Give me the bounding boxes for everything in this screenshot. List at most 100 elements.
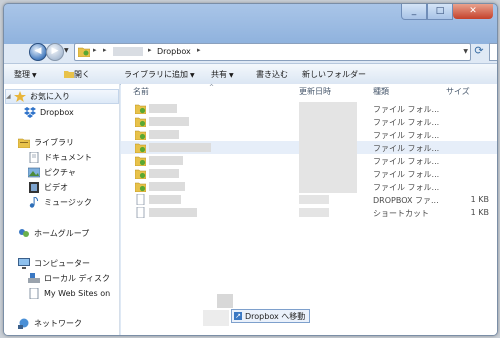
search-input[interactable] <box>489 43 497 61</box>
file-row[interactable]: ファイル フォル... <box>121 167 497 180</box>
dragged-item-ghost <box>203 310 229 326</box>
refresh-icon[interactable]: ⟳ <box>472 44 486 58</box>
folder-icon <box>78 47 90 57</box>
minimize-button[interactable]: _ <box>401 4 427 20</box>
folder-open-icon <box>64 71 74 78</box>
nav-web-sites[interactable]: My Web Sites on <box>28 287 110 299</box>
breadcrumb-dropbox[interactable]: Dropbox <box>157 47 191 56</box>
dropbox-folder-icon <box>135 104 146 114</box>
file-row[interactable]: DROPBOX ファ... 1 KB <box>121 193 497 206</box>
open-button[interactable]: 開く <box>64 69 90 80</box>
column-modified[interactable]: 更新日時 <box>299 86 331 97</box>
nav-local-disk-label: ローカル ディスク <box>44 273 110 283</box>
address-dropdown-icon[interactable]: ▼ <box>463 48 468 55</box>
modified-date-blurred <box>299 115 357 128</box>
nav-music[interactable]: ミュージック <box>28 196 92 208</box>
address-bar[interactable]: ▸ ▸ ▸ Dropbox ▸ ▼ <box>74 43 471 61</box>
breadcrumb-arrow-icon[interactable]: ▸ <box>93 46 97 54</box>
nav-computer[interactable]: コンピューター <box>18 257 90 269</box>
modified-date-blurred <box>299 102 357 115</box>
file-name-blurred <box>149 117 189 126</box>
breadcrumb-arrow-icon[interactable]: ▸ <box>197 46 201 54</box>
nav-computer-label: コンピューター <box>34 258 90 268</box>
breadcrumb-blurred <box>113 47 143 56</box>
navigation-row: ◀ ▶ ▼ ▸ ▸ ▸ Dropbox ▸ ▼ ⟳ <box>24 41 497 61</box>
nav-dropbox-label: Dropbox <box>40 107 74 117</box>
file-row[interactable]: ファイル フォル... <box>121 128 497 141</box>
nav-pictures-label: ピクチャ <box>44 167 76 177</box>
file-type: ファイル フォル... <box>373 157 440 166</box>
document-icon <box>29 151 39 163</box>
nav-local-disk[interactable]: ローカル ディスク <box>28 272 110 284</box>
file-row[interactable]: ファイル フォル... <box>121 141 497 154</box>
modified-date-blurred <box>299 154 357 167</box>
nav-documents[interactable]: ドキュメント <box>28 151 92 163</box>
modified-date-blurred <box>299 208 329 217</box>
column-size[interactable]: サイズ <box>446 86 470 97</box>
organize-menu[interactable]: 整理 ▼ <box>14 69 37 80</box>
star-icon <box>14 91 26 102</box>
nav-pictures[interactable]: ピクチャ <box>28 166 76 178</box>
file-name-blurred <box>149 104 177 113</box>
file-name-blurred <box>149 143 211 152</box>
navigation-pane: ◢ お気に入り Dropbox ライブラリ ドキュメント ピクチャ ビデオ ミュ… <box>4 84 120 335</box>
nav-homegroup-label: ホームグループ <box>34 228 90 238</box>
modified-date-blurred <box>299 195 329 204</box>
nav-music-label: ミュージック <box>44 197 92 207</box>
nav-documents-label: ドキュメント <box>44 152 92 162</box>
homegroup-icon <box>19 228 29 237</box>
nav-homegroup[interactable]: ホームグループ <box>18 227 89 239</box>
file-name-blurred <box>149 169 179 178</box>
add-to-library-menu[interactable]: ライブラリに追加 ▼ <box>124 69 195 80</box>
file-type: ファイル フォル... <box>373 118 440 127</box>
drag-tooltip-label: Dropbox へ移動 <box>245 311 306 321</box>
file-row[interactable]: ファイル フォル... <box>121 115 497 128</box>
file-name-blurred <box>149 195 181 204</box>
burn-button[interactable]: 書き込む <box>256 69 288 80</box>
file-row[interactable]: ファイル フォル... <box>121 102 497 115</box>
nav-dropbox[interactable]: Dropbox <box>24 106 74 118</box>
file-type: ファイル フォル... <box>373 144 440 153</box>
column-name[interactable]: 名前 <box>133 86 149 97</box>
picture-icon <box>28 167 40 177</box>
file-type: ファイル フォル... <box>373 131 440 140</box>
file-name-blurred <box>149 182 185 191</box>
new-folder-button[interactable]: 新しいフォルダー <box>302 69 366 80</box>
network-icon <box>18 318 29 329</box>
dropbox-folder-icon <box>135 182 146 192</box>
file-size: 1 KB <box>470 208 489 217</box>
document-icon <box>29 287 39 299</box>
modified-date-blurred <box>299 167 357 180</box>
nav-favorites[interactable]: ◢ お気に入り <box>5 89 119 104</box>
file-type: DROPBOX ファ... <box>373 196 439 205</box>
file-size: 1 KB <box>470 195 489 204</box>
back-button[interactable]: ◀ <box>29 43 47 61</box>
file-type: ファイル フォル... <box>373 170 440 179</box>
forward-button[interactable]: ▶ <box>46 43 64 61</box>
nav-videos-label: ビデオ <box>44 182 68 192</box>
maximize-button[interactable]: □ <box>427 4 453 20</box>
nav-videos[interactable]: ビデオ <box>28 181 68 193</box>
modified-date-blurred <box>299 180 357 193</box>
file-row[interactable]: ファイル フォル... <box>121 180 497 193</box>
explorer-window: _ □ ✕ ◀ ▶ ▼ ▸ ▸ ▸ Dropbox ▸ ▼ ⟳ 整理 ▼ 開く ラ… <box>3 3 498 336</box>
file-type: ショートカット <box>373 209 429 218</box>
nav-network[interactable]: ネットワーク <box>18 317 82 329</box>
file-row[interactable]: ショートカット 1 KB <box>121 206 497 219</box>
computer-icon <box>18 257 30 269</box>
nav-network-label: ネットワーク <box>34 318 82 328</box>
breadcrumb-arrow-icon[interactable]: ▸ <box>148 46 152 54</box>
file-icon <box>136 207 145 218</box>
column-type[interactable]: 種類 <box>373 86 389 97</box>
nav-libraries[interactable]: ライブラリ <box>18 136 74 148</box>
library-icon <box>18 138 30 148</box>
collapse-arrow-icon[interactable]: ◢ <box>6 93 14 100</box>
close-button[interactable]: ✕ <box>453 4 493 19</box>
dropbox-icon <box>24 106 36 118</box>
dropbox-folder-icon <box>135 169 146 179</box>
share-menu[interactable]: 共有 ▼ <box>211 69 234 80</box>
recent-pages-dropdown[interactable]: ▼ <box>64 47 69 54</box>
breadcrumb-arrow-icon[interactable]: ▸ <box>103 46 107 54</box>
file-row[interactable]: ファイル フォル... <box>121 154 497 167</box>
drive-icon <box>28 272 40 283</box>
